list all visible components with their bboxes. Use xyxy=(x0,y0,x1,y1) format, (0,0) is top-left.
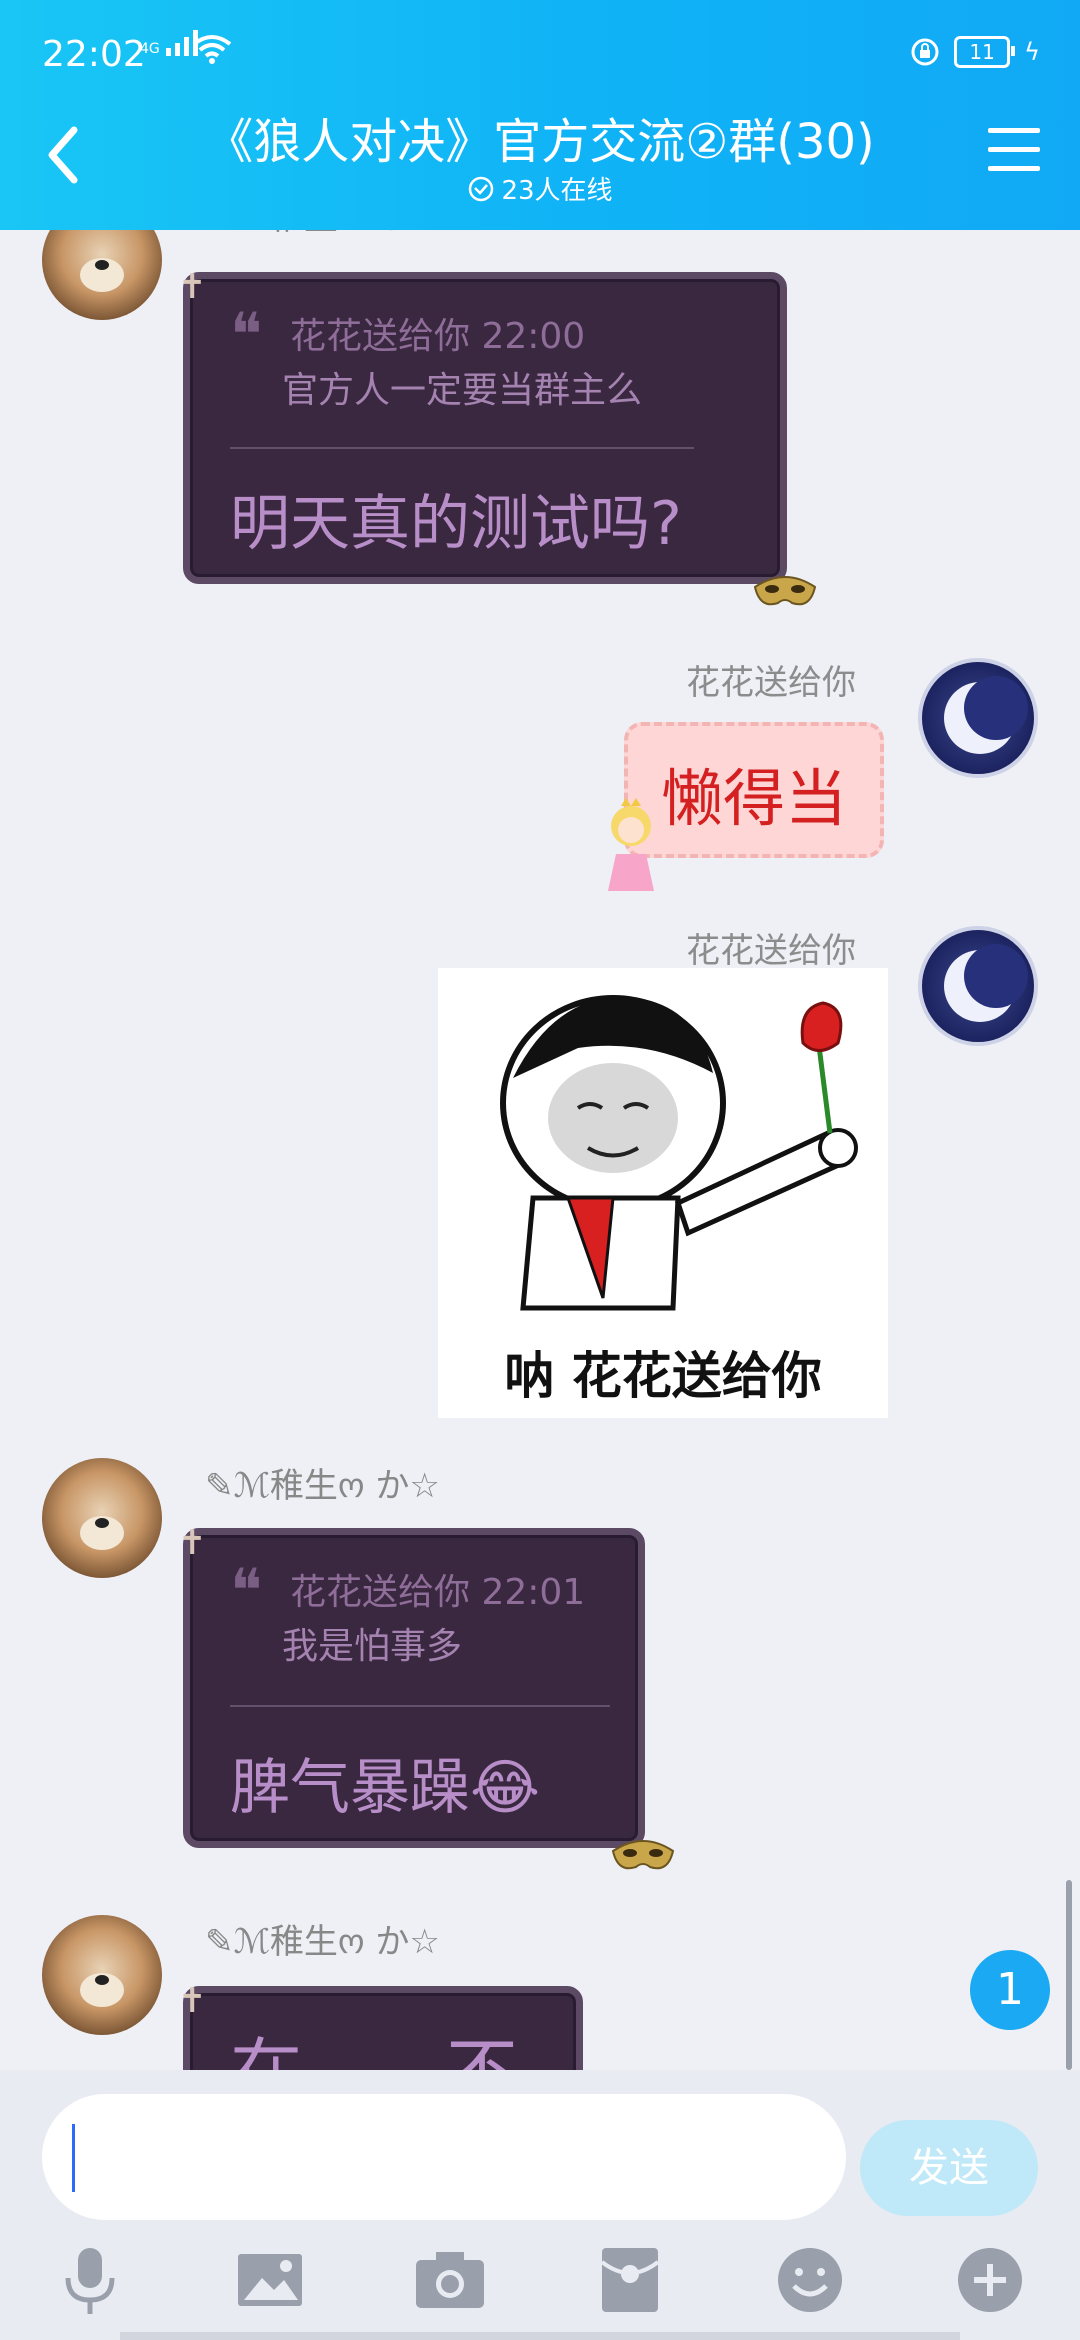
microphone-icon[interactable] xyxy=(50,2240,130,2320)
input-bar: 发送 xyxy=(0,2070,1080,2340)
toolbar xyxy=(0,2240,1080,2340)
battery-icon: 11 xyxy=(954,36,1016,68)
quote-author-time: 花花送给你 22:01 xyxy=(290,1572,586,1613)
online-check-icon xyxy=(469,176,494,201)
signal-icon: 4G xyxy=(140,30,198,56)
avatar[interactable] xyxy=(918,926,1038,1046)
menu-button[interactable] xyxy=(988,128,1040,176)
quote-text: 我是怕事多 xyxy=(282,1626,463,1667)
wifi-icon xyxy=(192,35,232,64)
message-text: 脾气暴躁😂 xyxy=(230,1753,541,1823)
message-text: 明天真的测试吗? xyxy=(230,489,682,559)
quote-divider xyxy=(230,1705,610,1707)
sender-name: 花花送给你 xyxy=(686,931,856,971)
quote-icon: ❝ xyxy=(230,1556,263,1626)
cross-ornament-icon: ✝ xyxy=(178,1981,207,2021)
sticker-caption: 呐 花花送给你 xyxy=(504,1347,822,1405)
sender-name: ✎ℳ稚生ო か☆ xyxy=(205,230,440,239)
status-time: 22:02 xyxy=(42,34,146,75)
meme-face-with-rose-icon xyxy=(500,995,858,1311)
plus-icon[interactable] xyxy=(950,2240,1030,2320)
emoji-icon[interactable] xyxy=(770,2240,850,2320)
red-packet-icon[interactable] xyxy=(590,2240,670,2320)
quote-divider xyxy=(230,447,694,449)
quote-icon: ❝ xyxy=(230,300,263,370)
message-input[interactable] xyxy=(42,2094,846,2220)
masquerade-mask-icon xyxy=(753,576,817,606)
message-bubble[interactable]: ✝ 在……不截 xyxy=(178,1981,583,2070)
home-indicator xyxy=(120,2332,960,2340)
network-type: 4G xyxy=(140,41,160,57)
send-button[interactable]: 发送 xyxy=(860,2120,1038,2216)
title-bar: 22:02 4G 11 ϟ 《狼人对决》官方交流②群(30) 23人在线 xyxy=(0,0,1080,230)
online-count: 23人在线 xyxy=(501,176,613,206)
scrollbar[interactable] xyxy=(1066,1880,1072,2070)
cross-ornament-icon: ✝ xyxy=(178,1523,207,1563)
sender-name: ✎ℳ稚生ო か☆ xyxy=(205,1466,440,1506)
unread-badge[interactable]: 1 xyxy=(970,1950,1050,2030)
cross-ornament-icon: ✝ xyxy=(178,267,207,307)
message-bubble[interactable]: ✝ ❝ 花花送给你 22:00 官方人一定要当群主么 明天真的测试吗? xyxy=(178,267,817,606)
sticker-image[interactable]: 呐 花花送给你 xyxy=(438,968,888,1418)
charging-icon: ϟ xyxy=(1024,38,1040,66)
quote-text: 官方人一定要当群主么 xyxy=(282,370,643,411)
avatar[interactable] xyxy=(918,658,1038,778)
sender-name: ✎ℳ稚生ო か☆ xyxy=(205,1922,440,1962)
princess-decoration-icon xyxy=(608,798,654,891)
quote-author-time: 花花送给你 22:00 xyxy=(290,316,586,357)
menu-icon xyxy=(988,128,1040,133)
sender-name: 花花送给你 xyxy=(686,663,856,703)
message-list[interactable]: ✎ℳ稚生ო か☆ ✝ ❝ 花花送给你 22:00 官方人一定要当群主么 明天真的… xyxy=(0,230,1080,2070)
text-caret xyxy=(72,2124,75,2192)
masquerade-mask-icon xyxy=(611,1840,675,1870)
avatar[interactable] xyxy=(42,1915,162,2035)
avatar[interactable] xyxy=(42,230,162,320)
group-title: 《狼人对决》官方交流②群(30) xyxy=(205,114,875,170)
online-status: 23人在线 xyxy=(0,170,1080,207)
camera-icon[interactable] xyxy=(410,2240,490,2320)
message-text: 在……不截 xyxy=(230,2013,576,2070)
image-icon[interactable] xyxy=(230,2240,310,2320)
message-bubble[interactable]: ✝ ❝ 花花送给你 22:01 我是怕事多 脾气暴躁😂 xyxy=(178,1523,675,1870)
rotation-lock-icon xyxy=(911,38,939,66)
avatar[interactable] xyxy=(42,1458,162,1578)
